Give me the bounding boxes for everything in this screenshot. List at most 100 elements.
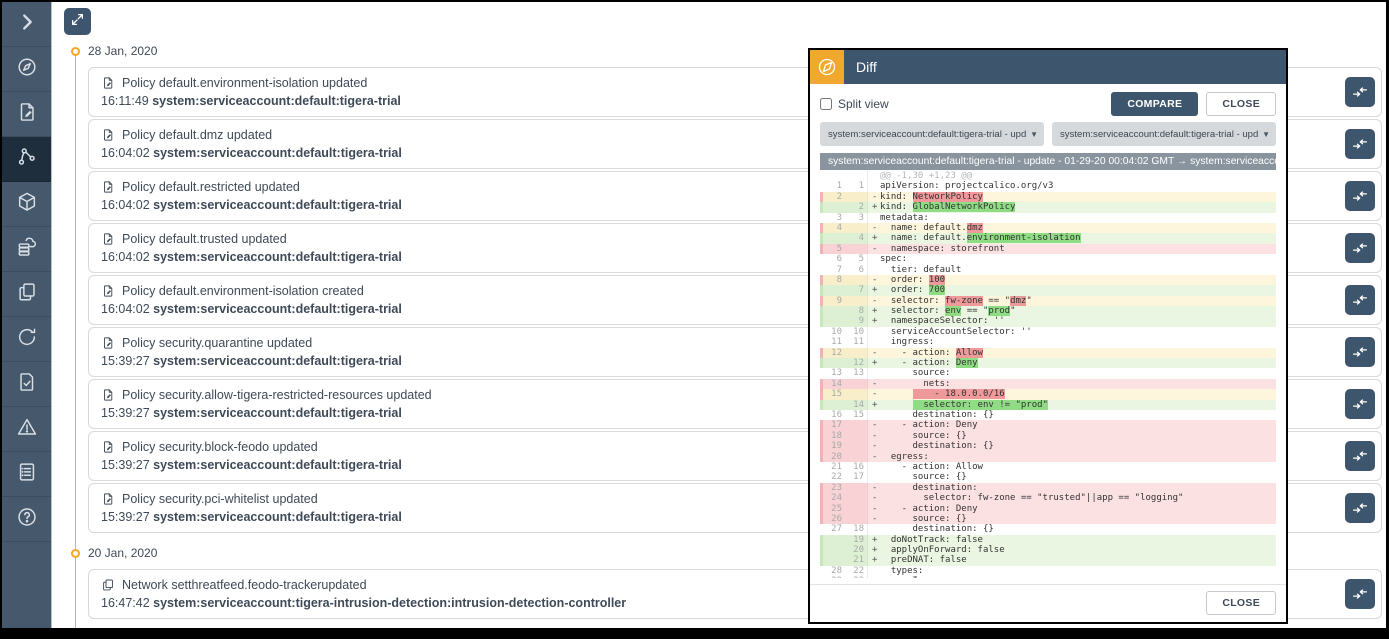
sidebar-item-network-graph[interactable] bbox=[2, 137, 51, 182]
diff-row: 8+ selector: env == "prod" bbox=[820, 306, 1276, 316]
diff-row: 9+ namespaceSelector: '' bbox=[820, 316, 1276, 326]
file-edit-icon bbox=[101, 180, 115, 194]
event-diff-button[interactable] bbox=[1345, 579, 1375, 609]
event-time: 16:04:02 bbox=[101, 250, 153, 264]
event-time: 16:04:02 bbox=[101, 146, 153, 160]
event-title: Policy default.environment-isolation upd… bbox=[122, 76, 367, 90]
footer-close-button[interactable]: CLOSE bbox=[1206, 591, 1276, 615]
diff-row: 1615 destination: {} bbox=[820, 410, 1276, 420]
diff-modal-header: Diff bbox=[810, 50, 1286, 84]
refresh-icon bbox=[16, 326, 38, 353]
help-icon bbox=[16, 506, 38, 533]
file-edit-icon bbox=[101, 336, 115, 350]
event-title: Policy security.pci-whitelist updated bbox=[122, 492, 318, 506]
event-user: system:serviceaccount:default:tigera-tri… bbox=[152, 94, 401, 108]
event-title: Policy security.quarantine updated bbox=[122, 336, 312, 350]
sidebar-item-dashboard[interactable] bbox=[2, 47, 51, 92]
diff-row: 19- destination: {} bbox=[820, 441, 1276, 451]
diff-row: 2116 - action: Allow bbox=[820, 462, 1276, 472]
close-button[interactable]: CLOSE bbox=[1206, 92, 1276, 116]
event-time: 16:04:02 bbox=[101, 198, 153, 212]
split-view-checkbox[interactable] bbox=[820, 98, 832, 110]
event-title: Policy security.allow-tigera-restricted-… bbox=[122, 388, 432, 402]
compare-icon bbox=[1351, 239, 1369, 257]
diff-row: 2923 - Ingress bbox=[820, 576, 1276, 578]
compare-icon bbox=[1351, 499, 1369, 517]
sidebar-item-storage[interactable] bbox=[2, 227, 51, 272]
diff-row: 20+ applyOnForward: false bbox=[820, 545, 1276, 555]
compare-icon bbox=[1351, 83, 1369, 101]
compare-icon bbox=[1351, 135, 1369, 153]
diff-row: 26- source: {} bbox=[820, 514, 1276, 524]
diff-controls: Split view COMPARE CLOSE bbox=[820, 91, 1276, 117]
event-time: 15:39:27 bbox=[101, 458, 153, 472]
event-user: system:serviceaccount:tigera-intrusion-d… bbox=[153, 596, 626, 610]
diff-row: 2718 destination: {} bbox=[820, 524, 1276, 534]
chevron-down-icon: ▼ bbox=[1262, 130, 1270, 139]
split-view-toggle[interactable]: Split view bbox=[820, 97, 889, 111]
diff-row: 2+kind: GlobalNetworkPolicy bbox=[820, 202, 1276, 212]
event-diff-button[interactable] bbox=[1345, 493, 1375, 523]
diff-row: 2822 types: bbox=[820, 566, 1276, 576]
compare-button[interactable]: COMPARE bbox=[1111, 92, 1198, 116]
compare-icon bbox=[1351, 447, 1369, 465]
diff-row: 1111 ingress: bbox=[820, 337, 1276, 347]
diff-row: 14+ selector: env != "prod" bbox=[820, 400, 1276, 410]
sidebar-item-help[interactable] bbox=[2, 497, 51, 542]
event-title: Policy default.environment-isolation cre… bbox=[122, 284, 364, 298]
event-user: system:serviceaccount:default:tigera-tri… bbox=[153, 458, 402, 472]
sidebar-item-policies[interactable] bbox=[2, 92, 51, 137]
sidebar-item-compliance[interactable] bbox=[2, 362, 51, 407]
diff-row: 12+ - action: Deny bbox=[820, 358, 1276, 368]
diff-row: 11apiVersion: projectcalico.org/v3 bbox=[820, 181, 1276, 191]
event-diff-button[interactable] bbox=[1345, 77, 1375, 107]
event-title: Policy default.dmz updated bbox=[122, 128, 272, 142]
cube-icon bbox=[16, 191, 38, 218]
copies-icon bbox=[16, 281, 38, 308]
file-edit-icon bbox=[101, 284, 115, 298]
event-diff-button[interactable] bbox=[1345, 337, 1375, 367]
diff-row: 65spec: bbox=[820, 254, 1276, 264]
event-time: 16:47:42 bbox=[101, 596, 153, 610]
event-user: system:serviceaccount:default:tigera-tri… bbox=[153, 146, 402, 160]
event-diff-button[interactable] bbox=[1345, 129, 1375, 159]
file-check-icon bbox=[16, 371, 38, 398]
file-edit-icon bbox=[101, 440, 115, 454]
diff-row: 7+ order: 700 bbox=[820, 285, 1276, 295]
left-revision-select[interactable]: system:serviceaccount:default:tigera-tri… bbox=[820, 122, 1044, 146]
sidebar-item-alerts[interactable] bbox=[2, 407, 51, 452]
event-user: system:serviceaccount:default:tigera-tri… bbox=[153, 198, 402, 212]
file-edit-icon bbox=[101, 232, 115, 246]
modal-title: Diff bbox=[856, 59, 877, 75]
diff-row: 20- egress: bbox=[820, 452, 1276, 462]
sidebar-item-reports[interactable] bbox=[2, 452, 51, 497]
sidebar-item-expand-nav[interactable] bbox=[2, 2, 51, 47]
event-diff-button[interactable] bbox=[1345, 181, 1375, 211]
right-revision-select[interactable]: system:serviceaccount:default:tigera-tri… bbox=[1052, 122, 1276, 146]
diff-range-header: system:serviceaccount:default:tigera-tri… bbox=[820, 153, 1276, 170]
diff-buttons: COMPARE CLOSE bbox=[1111, 92, 1276, 116]
report-icon bbox=[16, 461, 38, 488]
event-time: 15:39:27 bbox=[101, 354, 153, 368]
sidebar-item-sync[interactable] bbox=[2, 317, 51, 362]
sidebar bbox=[2, 2, 52, 628]
diff-row: 2217 source: {} bbox=[820, 472, 1276, 482]
diff-row: 4+ name: default.environment-isolation bbox=[820, 233, 1276, 243]
event-diff-button[interactable] bbox=[1345, 389, 1375, 419]
diff-row: 19+ doNotTrack: false bbox=[820, 535, 1276, 545]
event-diff-button[interactable] bbox=[1345, 441, 1375, 471]
compare-icon bbox=[1351, 291, 1369, 309]
event-diff-button[interactable] bbox=[1345, 285, 1375, 315]
diff-row: 21+ preDNAT: false bbox=[820, 555, 1276, 565]
app-screen: 28 Jan, 2020Policy default.environment-i… bbox=[2, 2, 1386, 628]
diff-row: 4- name: default.dmz bbox=[820, 223, 1276, 233]
event-diff-button[interactable] bbox=[1345, 233, 1375, 263]
sidebar-item-namespaces[interactable] bbox=[2, 272, 51, 317]
main-panel: 28 Jan, 2020Policy default.environment-i… bbox=[52, 2, 1386, 628]
sidebar-item-workloads[interactable] bbox=[2, 182, 51, 227]
file-edit-icon bbox=[16, 101, 38, 128]
diff-hunk-row: @@ -1,30 +1,23 @@ bbox=[820, 171, 1276, 181]
network-graph-icon bbox=[16, 146, 38, 173]
diff-modal-footer: CLOSE bbox=[810, 584, 1286, 622]
diff-row: 12- - action: Allow bbox=[820, 348, 1276, 358]
